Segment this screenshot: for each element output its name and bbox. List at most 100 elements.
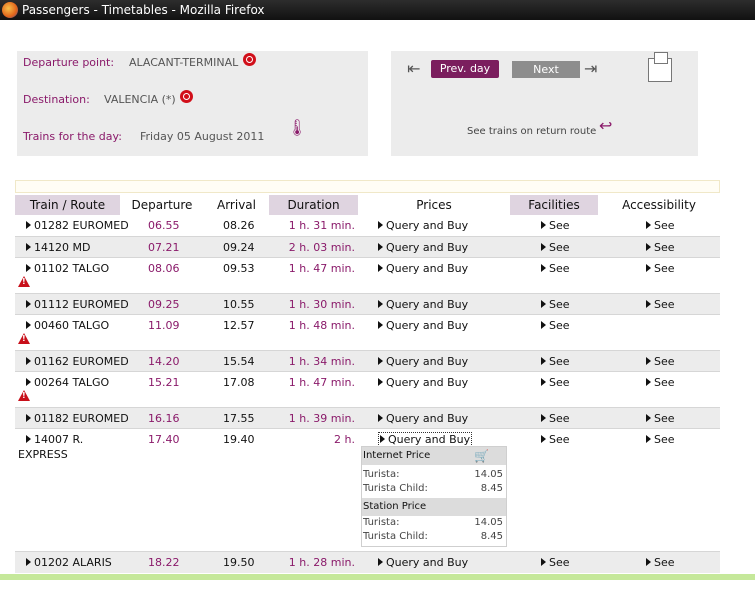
prev-day-button[interactable]: Prev. day (431, 60, 499, 78)
train-link[interactable]: 01162 EUROMED (26, 355, 129, 368)
departure-time: 11.09 (148, 319, 180, 332)
facilities-see-link[interactable]: See (541, 556, 570, 569)
facilities-see-link[interactable]: See (541, 219, 570, 232)
table-row: 01202 ALARIS 18.22 19.50 1 h. 28 min. Qu… (15, 552, 720, 573)
destination-value: VALENCIA (*) (104, 93, 176, 106)
arrival-time: 19.50 (223, 556, 255, 569)
departure-time: 15.21 (148, 376, 180, 389)
arrival-time: 17.55 (223, 412, 255, 425)
query-buy-link[interactable]: Query and Buy (378, 556, 468, 569)
duration: 1 h. 34 min. (288, 355, 355, 368)
accessibility-see-link[interactable]: See (646, 219, 675, 232)
day-label: Trains for the day: (23, 130, 122, 143)
shopping-cart-icon[interactable]: 🛒 (474, 449, 489, 463)
departure-value: ALACANT-TERMINAL (129, 56, 239, 69)
facilities-see-link[interactable]: See (541, 355, 570, 368)
train-link[interactable]: 01102 TALGO (26, 262, 109, 275)
change-destination-icon[interactable] (180, 90, 193, 103)
calendar-thermometer-icon[interactable]: 🌡 (287, 118, 307, 137)
train-name-continued: EXPRESS (18, 448, 68, 461)
query-buy-link[interactable]: Query and Buy (378, 298, 468, 311)
duration: 1 h. 48 min. (288, 319, 355, 332)
facilities-see-link[interactable]: See (541, 319, 570, 332)
query-buy-link[interactable]: Query and Buy (378, 412, 468, 425)
facilities-see-link[interactable]: See (541, 412, 570, 425)
table-row: 01162 EUROMED 14.20 15.54 1 h. 34 min. Q… (15, 351, 720, 372)
next-day-arrow-icon[interactable]: ⇥ (584, 59, 597, 78)
accessibility-see-link[interactable]: See (646, 556, 675, 569)
query-buy-link[interactable]: Query and Buy (378, 241, 468, 254)
header-arrival: Arrival (217, 198, 256, 212)
next-day-button[interactable]: Next (512, 61, 580, 78)
train-link[interactable]: 00460 TALGO (26, 319, 109, 332)
train-link[interactable]: 01202 ALARIS (26, 556, 112, 569)
departure-time: 07.21 (148, 241, 180, 254)
window-title: Passengers - Timetables - Mozilla Firefo… (22, 3, 265, 17)
departure-time: 14.20 (148, 355, 180, 368)
query-buy-link[interactable]: Query and Buy (378, 319, 468, 332)
header-departure: Departure (131, 198, 193, 212)
query-buy-link[interactable]: Query and Buy (378, 219, 468, 232)
print-icon[interactable] (648, 52, 672, 82)
facilities-see-link[interactable]: See (541, 433, 570, 446)
train-link[interactable]: 14007 R. (26, 433, 83, 446)
departure-time: 18.22 (148, 556, 180, 569)
facilities-see-link[interactable]: See (541, 298, 570, 311)
arrival-time: 08.26 (223, 219, 255, 232)
header-facilities: Facilities (510, 195, 598, 215)
accessibility-see-link[interactable]: See (646, 298, 675, 311)
header-train-route: Train / Route (15, 195, 120, 215)
window-titlebar: Passengers - Timetables - Mozilla Firefo… (0, 0, 755, 20)
warning-icon (18, 276, 30, 287)
table-row: 01282 EUROMED 06.55 08.26 1 h. 31 min. Q… (15, 215, 720, 237)
arrival-time: 19.40 (223, 433, 255, 446)
warning-icon (18, 390, 30, 401)
departure-label: Departure point: (23, 56, 115, 69)
table-row: 01182 EUROMED 16.16 17.55 1 h. 39 min. Q… (15, 408, 720, 429)
arrival-time: 10.55 (223, 298, 255, 311)
duration: 1 h. 39 min. (288, 412, 355, 425)
day-value: Friday 05 August 2011 (140, 130, 265, 143)
duration: 2 h. (334, 433, 355, 446)
duration: 1 h. 47 min. (288, 376, 355, 389)
destination-label: Destination: (23, 93, 90, 106)
accessibility-see-link[interactable]: See (646, 376, 675, 389)
facilities-see-link[interactable]: See (541, 241, 570, 254)
departure-time: 08.06 (148, 262, 180, 275)
duration: 1 h. 47 min. (288, 262, 355, 275)
table-row: 01102 TALGO 08.06 09.53 1 h. 47 min. Que… (15, 258, 720, 294)
query-buy-link[interactable]: Query and Buy (378, 432, 473, 447)
price-row: Turista Child: 8.45 (363, 531, 503, 542)
train-link[interactable]: 01112 EUROMED (26, 298, 129, 311)
change-departure-icon[interactable] (243, 53, 256, 66)
train-link[interactable]: 00264 TALGO (26, 376, 109, 389)
facilities-see-link[interactable]: See (541, 262, 570, 275)
query-buy-link[interactable]: Query and Buy (378, 355, 468, 368)
facilities-see-link[interactable]: See (541, 376, 570, 389)
departure-time: 09.25 (148, 298, 180, 311)
train-link[interactable]: 01282 EUROMED (26, 219, 129, 232)
arrival-time: 12.57 (223, 319, 255, 332)
accessibility-see-link[interactable]: See (646, 412, 675, 425)
arrival-time: 09.24 (223, 241, 255, 254)
header-duration: Duration (269, 195, 358, 215)
arrival-time: 15.54 (223, 355, 255, 368)
prev-day-arrow-icon[interactable]: ⇤ (407, 59, 420, 78)
return-route-link[interactable]: See trains on return route (467, 126, 596, 137)
accessibility-see-link[interactable]: See (646, 433, 675, 446)
duration: 1 h. 28 min. (288, 556, 355, 569)
return-route-icon[interactable]: ↩ (599, 116, 612, 135)
accessibility-see-link[interactable]: See (646, 241, 675, 254)
duration: 1 h. 30 min. (288, 298, 355, 311)
query-buy-link[interactable]: Query and Buy (378, 262, 468, 275)
train-link[interactable]: 01182 EUROMED (26, 412, 129, 425)
train-link[interactable]: 14120 MD (26, 241, 90, 254)
accessibility-see-link[interactable]: See (646, 355, 675, 368)
arrival-time: 09.53 (223, 262, 255, 275)
query-buy-link[interactable]: Query and Buy (378, 376, 468, 389)
header-accessibility: Accessibility (622, 198, 696, 212)
footer-bar (0, 574, 755, 580)
accessibility-see-link[interactable]: See (646, 262, 675, 275)
table-top-strip (15, 180, 720, 193)
price-row: Turista: 14.05 (363, 469, 503, 480)
